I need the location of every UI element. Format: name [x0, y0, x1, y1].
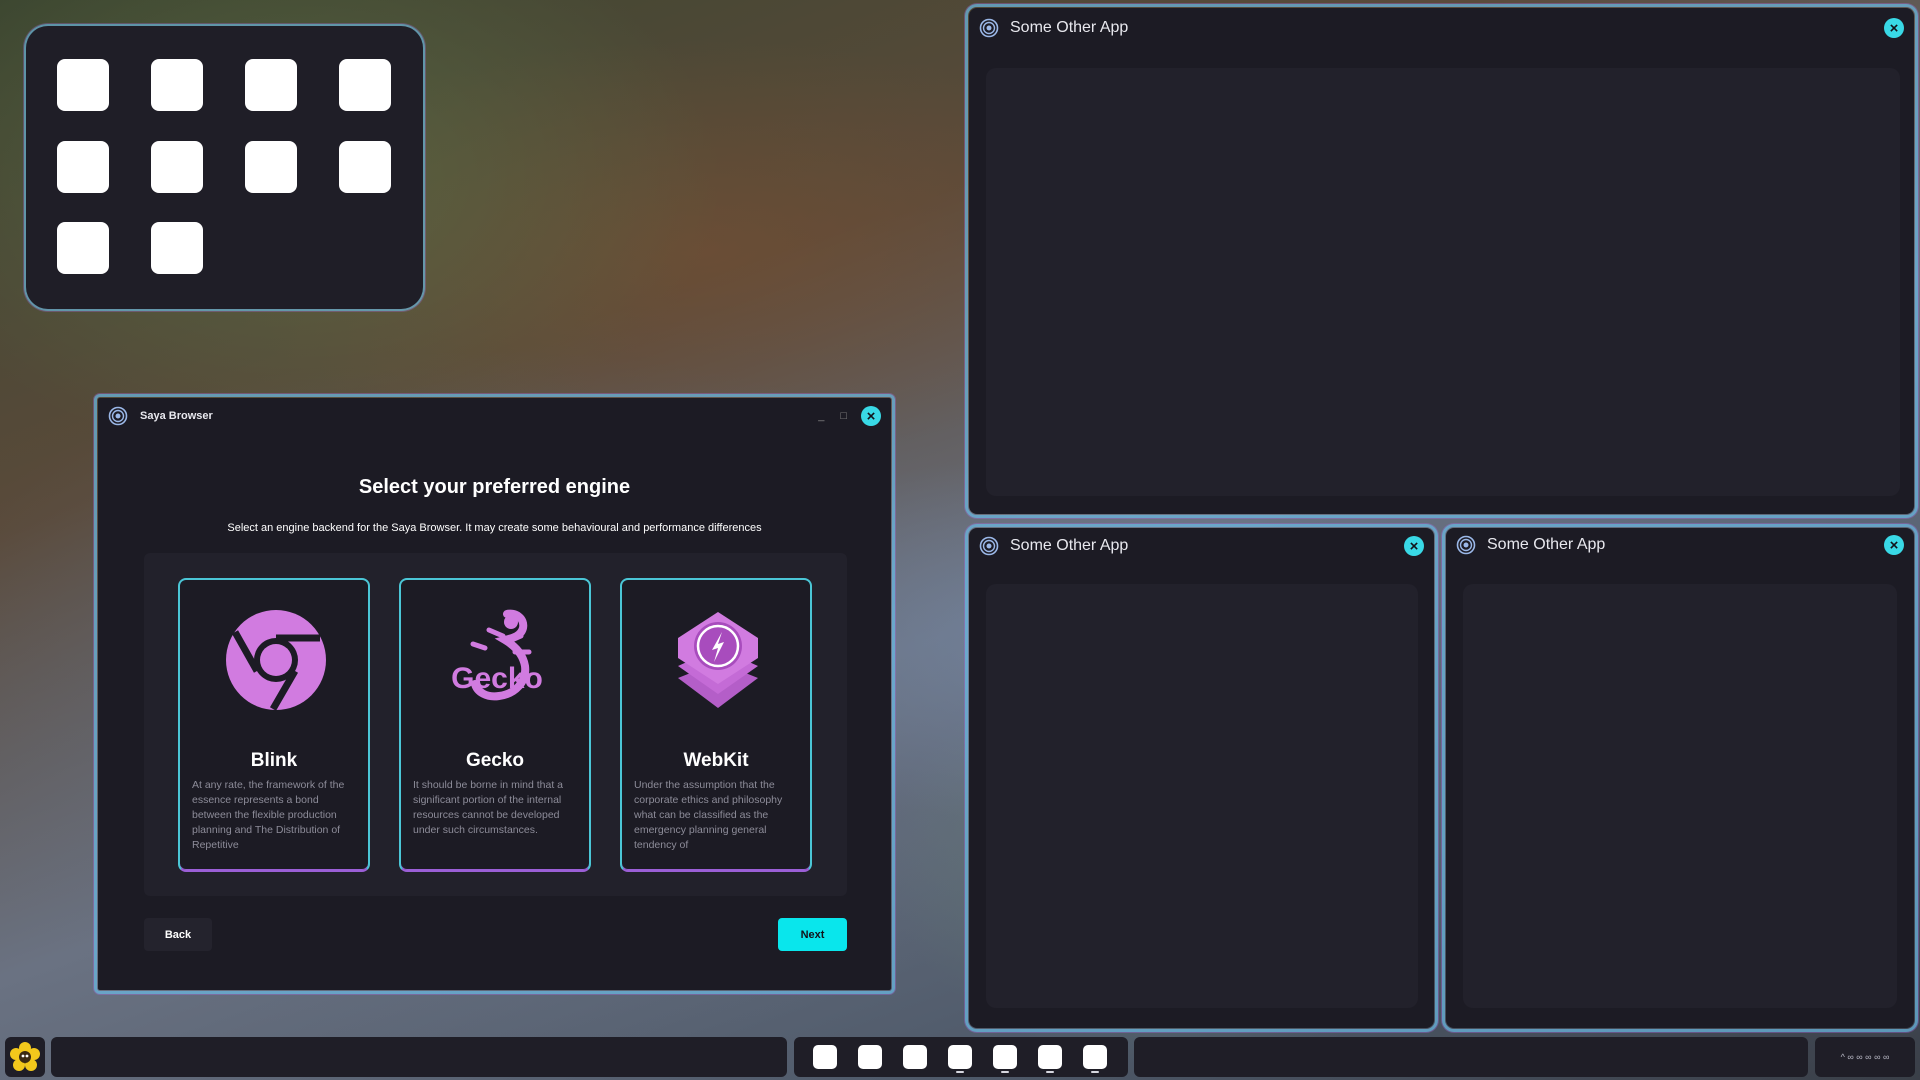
- launcher-app-tile[interactable]: [57, 222, 109, 274]
- app-content-area: [1463, 584, 1897, 1008]
- engine-card-webkit[interactable]: WebKit Under the assumption that the cor…: [620, 578, 812, 872]
- dock-app-icon[interactable]: [993, 1045, 1017, 1069]
- close-button[interactable]: ×: [1884, 535, 1904, 555]
- running-indicator: [1001, 1071, 1009, 1073]
- other-app-window: Some Other App ×: [967, 526, 1436, 1030]
- close-button[interactable]: ×: [1884, 18, 1904, 38]
- taskbar-right-panel: [1134, 1037, 1808, 1077]
- engine-card-gecko[interactable]: Gecko Gecko It should be borne in mind t…: [399, 578, 591, 872]
- tray-status-text: ^ ∞ ∞ ∞ ∞ ∞: [1840, 1052, 1890, 1062]
- engine-name: Blink: [250, 750, 298, 771]
- dock-app-icon[interactable]: [813, 1045, 837, 1069]
- dock-app-icon[interactable]: [903, 1045, 927, 1069]
- back-button[interactable]: Back: [144, 918, 212, 951]
- launcher-app-tile[interactable]: [57, 59, 109, 111]
- window-titlebar[interactable]: Some Other App ×: [1446, 528, 1914, 562]
- window-titlebar[interactable]: Some Other App ×: [969, 528, 1434, 564]
- window-title: Saya Browser: [140, 410, 213, 422]
- close-button[interactable]: ×: [861, 406, 881, 426]
- minimize-button[interactable]: _: [818, 410, 824, 422]
- spiral-app-icon: [979, 536, 999, 556]
- other-app-window: Some Other App ×: [967, 6, 1916, 516]
- next-button[interactable]: Next: [778, 918, 847, 951]
- app-launcher: [26, 26, 423, 309]
- engine-name: Gecko: [465, 750, 525, 771]
- dock-app-icon[interactable]: [1038, 1045, 1062, 1069]
- chrome-logo-icon: [226, 610, 326, 711]
- system-tray[interactable]: ^ ∞ ∞ ∞ ∞ ∞: [1815, 1037, 1915, 1077]
- engine-name: WebKit: [683, 750, 749, 771]
- webkit-logo-icon: [678, 612, 758, 708]
- launcher-app-tile[interactable]: [245, 141, 297, 193]
- engine-description: At any rate, the framework of the essenc…: [192, 779, 345, 851]
- engine-card-blink[interactable]: Blink At any rate, the framework of the …: [178, 578, 370, 872]
- dock-app-icon[interactable]: [858, 1045, 882, 1069]
- running-indicator: [956, 1071, 964, 1073]
- launcher-app-tile[interactable]: [57, 141, 109, 193]
- window-titlebar[interactable]: Some Other App ×: [969, 8, 1914, 48]
- taskbar-left-panel: [51, 1037, 787, 1077]
- spiral-app-icon: [979, 18, 999, 38]
- other-app-window: Some Other App ×: [1444, 526, 1916, 1030]
- app-content-area: [986, 68, 1900, 496]
- app-content-area: [986, 584, 1418, 1008]
- start-menu-button[interactable]: [5, 1037, 45, 1077]
- window-title: Some Other App: [1010, 537, 1129, 554]
- saya-browser-window: Saya Browser _ □ × Select your preferred…: [96, 396, 893, 992]
- launcher-app-tile[interactable]: [151, 59, 203, 111]
- flower-logo-icon: [10, 1042, 40, 1071]
- page-title: Select your preferred engine: [358, 476, 631, 498]
- maximize-button[interactable]: □: [840, 410, 847, 422]
- gecko-logo-icon: Gecko: [451, 609, 543, 701]
- spiral-app-icon: [1456, 535, 1476, 555]
- window-title: Some Other App: [1487, 536, 1606, 553]
- window-title: Some Other App: [1010, 19, 1129, 36]
- launcher-app-tile[interactable]: [151, 222, 203, 274]
- engine-description: It should be borne in mind that a signif…: [413, 779, 564, 836]
- launcher-app-tile[interactable]: [245, 59, 297, 111]
- dock-app-icon[interactable]: [1083, 1045, 1107, 1069]
- running-indicator: [1046, 1071, 1054, 1073]
- spiral-app-icon: [108, 406, 128, 426]
- engine-selector: Blink At any rate, the framework of the …: [144, 553, 847, 896]
- close-button[interactable]: ×: [1404, 536, 1424, 556]
- running-indicator: [1091, 1071, 1099, 1073]
- svg-text:Gecko: Gecko: [451, 662, 543, 695]
- launcher-app-tile[interactable]: [339, 59, 391, 111]
- launcher-app-tile[interactable]: [151, 141, 203, 193]
- page-subtitle: Select an engine backend for the Saya Br…: [227, 522, 762, 534]
- engine-description: Under the assumption that the corporate …: [634, 779, 783, 851]
- window-titlebar[interactable]: Saya Browser _ □ ×: [98, 398, 891, 434]
- dock-app-icon[interactable]: [948, 1045, 972, 1069]
- launcher-app-tile[interactable]: [339, 141, 391, 193]
